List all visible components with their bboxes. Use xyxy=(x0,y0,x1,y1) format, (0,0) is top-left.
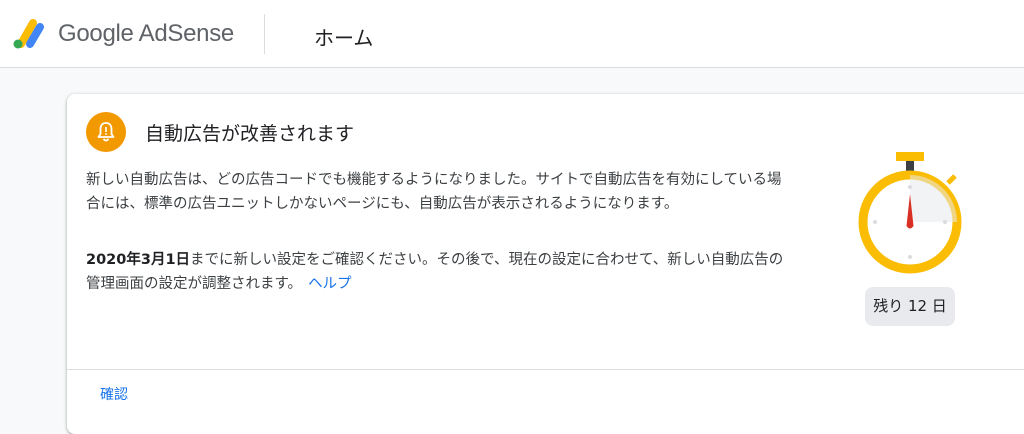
notice-card: 自動広告が改善されます 新しい自動広告は、どの広告コードでも機能するようになりま… xyxy=(67,94,1024,434)
deadline-date: 2020年3月1日 xyxy=(86,252,191,268)
notice-title: 自動広告が改善されます xyxy=(145,123,355,145)
page-title: ホーム xyxy=(314,26,374,50)
confirm-button[interactable]: 確認 xyxy=(100,384,128,404)
top-app-bar: Google AdSense ホーム xyxy=(0,0,1024,68)
days-remaining-badge: 残り 12 日 xyxy=(865,287,955,326)
adsense-logo-icon[interactable] xyxy=(12,17,48,51)
bell-icon xyxy=(97,122,115,142)
stopwatch-icon xyxy=(858,152,962,274)
deadline-body: までに新しい設定をご確認ください。その後で、現在の設定に合わせて、新しい自動広告… xyxy=(86,252,784,292)
brand-name: Google AdSense xyxy=(58,20,234,47)
header-divider xyxy=(264,14,265,54)
help-link[interactable]: ヘルプ xyxy=(308,276,352,292)
notice-deadline-text: 2020年3月1日までに新しい設定をご確認ください。その後で、現在の設定に合わせ… xyxy=(86,248,786,296)
notice-body: 新しい自動広告は、どの広告コードでも機能するようになりました。サイトで自動広告を… xyxy=(86,172,782,212)
bell-badge xyxy=(86,112,126,152)
card-divider xyxy=(67,369,1024,370)
